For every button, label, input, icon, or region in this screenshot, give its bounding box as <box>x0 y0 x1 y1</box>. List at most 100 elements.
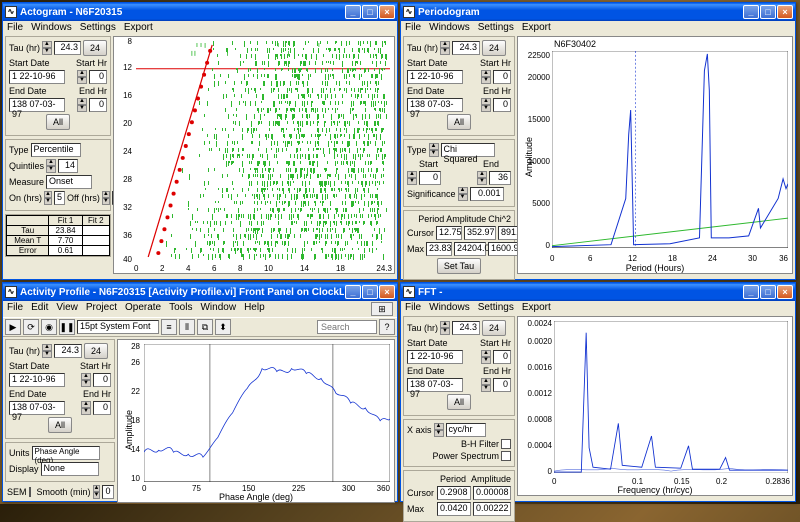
start-hr-field[interactable]: 0 <box>89 70 107 84</box>
end-date-field[interactable]: 138 07-03-97 <box>9 98 65 112</box>
bh-filter-checkbox[interactable] <box>501 439 511 449</box>
maximize-button[interactable]: □ <box>362 285 378 299</box>
menu-export[interactable]: Export <box>522 302 551 313</box>
maximize-button[interactable]: □ <box>362 5 378 19</box>
power-spectrum-checkbox[interactable] <box>501 451 511 461</box>
menu-edit[interactable]: Edit <box>31 302 48 316</box>
tau-spinner[interactable]: ▲▼ <box>42 41 52 55</box>
activity-plot[interactable]: Amplitude Phase Angle (deg) 10 14 18 22 … <box>117 339 395 503</box>
actogram-menubar: File Windows Settings Export <box>3 21 397 34</box>
type-select[interactable]: Chi Squared <box>441 143 495 157</box>
minimize-button[interactable]: _ <box>743 285 759 299</box>
activity-window: ∿ Activity Profile - N6F20315 [Activity … <box>2 282 398 502</box>
distribute-icon[interactable]: ⫴ <box>179 319 195 335</box>
activity-toolbar: ▶ ⟳ ◉ ❚❚ 15pt System Font ≡ ⫴ ⧉ ⬍ ? <box>3 317 397 337</box>
tau-24-button[interactable]: 24 <box>482 40 506 56</box>
range-start-field[interactable]: 0 <box>419 171 441 185</box>
type-panel: Type Percentile Quintiles ▲▼ 14 Measure … <box>5 139 111 211</box>
units-select[interactable]: Phase Angle (deg) <box>32 446 100 460</box>
end-date-label: End Date <box>9 86 47 96</box>
menu-export[interactable]: Export <box>522 22 551 33</box>
menu-file[interactable]: File <box>7 302 23 316</box>
abort-button[interactable]: ◉ <box>41 319 57 335</box>
start-date-field[interactable]: 1 22-10-96 <box>407 70 463 84</box>
menu-operate[interactable]: Operate <box>125 302 161 316</box>
range-end-field[interactable]: 36 <box>489 171 511 185</box>
close-button[interactable]: × <box>379 285 395 299</box>
tau-input[interactable]: 24.3 <box>54 41 81 55</box>
xaxis-select[interactable]: cyc/hr <box>446 423 486 437</box>
smooth-field[interactable]: 0 <box>102 485 113 499</box>
search-input[interactable] <box>317 320 377 334</box>
type-select[interactable]: Percentile <box>31 143 81 157</box>
on-spinner[interactable]: ▲▼ <box>44 191 52 205</box>
close-button[interactable]: × <box>777 5 793 19</box>
activity-titlebar[interactable]: ∿ Activity Profile - N6F20315 [Activity … <box>3 283 397 301</box>
menu-settings[interactable]: Settings <box>478 302 514 313</box>
all-button[interactable]: All <box>447 394 471 410</box>
minimize-button[interactable]: _ <box>345 5 361 19</box>
menu-view[interactable]: View <box>56 302 78 316</box>
reorder-icon[interactable]: ⬍ <box>215 319 231 335</box>
tau-24-button[interactable]: 24 <box>83 40 107 56</box>
vi-icon[interactable]: ⊞ <box>371 302 393 316</box>
set-tau-button[interactable]: Set Tau <box>437 258 481 274</box>
measure-select[interactable]: Onset <box>46 175 92 189</box>
start-hr-spinner[interactable]: ▲▼ <box>77 70 87 84</box>
menu-tools[interactable]: Tools <box>169 302 192 316</box>
fft-titlebar[interactable]: ∿ FFT - _ □ × <box>401 283 795 301</box>
close-button[interactable]: × <box>379 5 395 19</box>
all-button[interactable]: All <box>48 417 72 433</box>
all-button[interactable]: All <box>447 114 471 130</box>
resize-icon[interactable]: ⧉ <box>197 319 213 335</box>
tau-24-button[interactable]: 24 <box>482 320 506 336</box>
menu-windows[interactable]: Windows <box>429 22 470 33</box>
tau-24-button[interactable]: 24 <box>84 343 108 359</box>
menu-help[interactable]: Help <box>244 302 265 316</box>
minimize-button[interactable]: _ <box>345 285 361 299</box>
significance-field[interactable]: 0.001 <box>470 187 504 201</box>
end-date-field[interactable]: 138 07-03-97 <box>407 98 463 112</box>
menu-window[interactable]: Window <box>200 302 236 316</box>
fft-plot[interactable]: Frequency (hr/cyc) 0 0.0004 0.0008 0.001… <box>517 316 793 496</box>
font-select[interactable]: 15pt System Font <box>77 320 159 334</box>
menu-file[interactable]: File <box>405 302 421 313</box>
menu-file[interactable]: File <box>7 22 23 33</box>
off-spinner[interactable]: ▲▼ <box>102 191 110 205</box>
menu-file[interactable]: File <box>405 22 421 33</box>
align-icon[interactable]: ≡ <box>161 319 177 335</box>
display-select[interactable]: None <box>41 462 99 476</box>
minimize-button[interactable]: _ <box>743 5 759 19</box>
run-continuous-button[interactable]: ⟳ <box>23 319 39 335</box>
all-button[interactable]: All <box>46 114 70 130</box>
run-button[interactable]: ▶ <box>5 319 21 335</box>
menu-project[interactable]: Project <box>86 302 117 316</box>
fft-title: FFT - <box>418 287 742 298</box>
menu-settings[interactable]: Settings <box>80 22 116 33</box>
close-button[interactable]: × <box>777 285 793 299</box>
end-hr-spinner[interactable]: ▲▼ <box>77 98 87 112</box>
on-hrs-field[interactable]: 5 <box>54 191 65 205</box>
quintiles-field[interactable]: 14 <box>58 159 78 173</box>
menu-windows[interactable]: Windows <box>429 302 470 313</box>
periodogram-titlebar[interactable]: ∿ Periodogram _ □ × <box>401 3 795 21</box>
start-date-label: Start Date <box>9 58 50 68</box>
tau-input[interactable]: 24.3 <box>54 344 82 358</box>
menu-settings[interactable]: Settings <box>478 22 514 33</box>
tau-input[interactable]: 24.3 <box>452 321 480 335</box>
menu-export[interactable]: Export <box>124 22 153 33</box>
start-date-field[interactable]: 1 22-10-96 <box>9 70 65 84</box>
tau-input[interactable]: 24.3 <box>452 41 480 55</box>
periodogram-plot[interactable]: N6F30402 Amplitude Period (Hours) 0 5000… <box>517 36 793 274</box>
pause-button[interactable]: ❚❚ <box>59 319 75 335</box>
actogram-titlebar[interactable]: ∿ Actogram - N6F20315 _ □ × <box>3 3 397 21</box>
sem-checkbox[interactable] <box>29 487 31 497</box>
actogram-plot[interactable]: 8 12 16 20 24 28 32 36 40 0 2 4 6 8 10 1… <box>113 36 395 274</box>
actogram-title: Actogram - N6F20315 <box>20 7 344 18</box>
maximize-button[interactable]: □ <box>760 5 776 19</box>
end-hr-field[interactable]: 0 <box>89 98 107 112</box>
quintiles-spinner[interactable]: ▲▼ <box>46 159 56 173</box>
menu-windows[interactable]: Windows <box>31 22 72 33</box>
maximize-button[interactable]: □ <box>760 285 776 299</box>
help-icon[interactable]: ? <box>379 319 395 335</box>
